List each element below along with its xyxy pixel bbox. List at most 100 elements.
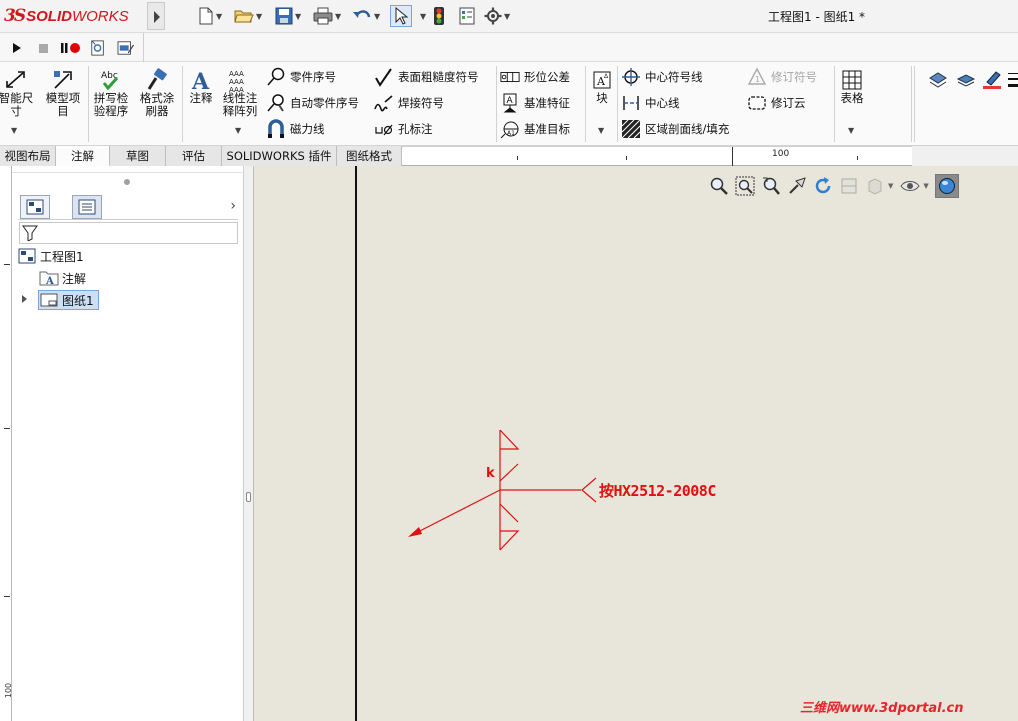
block-icon: AΔ xyxy=(590,68,614,92)
chevron-down-icon[interactable]: ▼ xyxy=(598,126,604,135)
line-color-icon[interactable] xyxy=(982,70,1002,90)
options-button[interactable]: ▼ xyxy=(484,5,510,27)
drawing-sheet[interactable]: ▼ ▼ k 按HX2512-2008C 三维网www.3dportal.cn xyxy=(254,166,1018,721)
title-bar: 3S SOLIDWORKS ▼ ▼ ▼ ▼ ▼ ▼ ▼ 工程图1 - 图纸1 * xyxy=(0,0,1018,32)
stop-macro-icon[interactable] xyxy=(38,40,50,56)
chevron-down-icon[interactable]: ▼ xyxy=(11,126,17,135)
tab-annotation[interactable]: 注解 xyxy=(56,146,110,166)
svg-text:1: 1 xyxy=(755,75,760,84)
chevron-down-icon[interactable]: ▼ xyxy=(295,12,301,21)
chevron-right-icon[interactable]: › xyxy=(230,198,236,214)
play-macro-icon[interactable] xyxy=(11,40,23,56)
format-painter-button[interactable]: 格式涂 刷器 xyxy=(134,68,180,118)
revision-symbol-button[interactable]: 1 修订符号 xyxy=(747,66,817,88)
rebuild-button[interactable] xyxy=(432,5,446,27)
edit-macro-icon[interactable] xyxy=(116,40,136,56)
balloon-button[interactable]: 零件序号 xyxy=(266,66,336,88)
svg-text:A1: A1 xyxy=(507,130,515,137)
auto-balloon-button[interactable]: 自动零件序号 xyxy=(266,92,359,114)
weld-flag-bottom xyxy=(499,530,520,551)
block-button[interactable]: AΔ 块 ▼ xyxy=(589,68,615,135)
datum-target-icon: A1 xyxy=(500,119,520,139)
expand-arrow-icon[interactable] xyxy=(22,295,27,303)
centerline-button[interactable]: 中心线 xyxy=(621,92,680,114)
layer-stack-icon[interactable] xyxy=(956,70,976,90)
select-dropdown[interactable]: ▼ xyxy=(418,5,426,27)
linear-note-pattern-button[interactable]: AAA AAA AAA 线性注 释阵列 ▼ xyxy=(218,68,262,135)
chevron-down-icon[interactable]: ▼ xyxy=(335,12,341,21)
svg-text:A: A xyxy=(507,96,514,106)
file-properties-button[interactable] xyxy=(458,5,476,27)
center-mark-button[interactable]: 中心符号线 xyxy=(621,66,703,88)
chevron-down-icon[interactable]: ▼ xyxy=(216,12,222,21)
traffic-light-icon xyxy=(434,7,444,25)
select-button[interactable] xyxy=(390,5,412,27)
revision-cloud-button[interactable]: 修订云 xyxy=(747,92,806,114)
panel-splitter[interactable] xyxy=(244,166,254,721)
print-button[interactable]: ▼ xyxy=(313,5,341,27)
layer-properties-icon[interactable] xyxy=(928,70,948,90)
magnetic-line-button[interactable]: 磁力线 xyxy=(266,118,325,140)
menu-expand-button[interactable] xyxy=(147,2,165,30)
panel-tabs: › xyxy=(18,194,238,220)
feature-manager-panel: › 工程图1 A 注解 图纸1 xyxy=(12,166,244,721)
datum-feature-button[interactable]: A 基准特征 xyxy=(500,92,570,114)
save-button[interactable]: ▼ xyxy=(275,5,301,27)
smart-dimension-icon xyxy=(4,68,28,92)
open-document-button[interactable]: ▼ xyxy=(234,5,262,27)
weld-symbol-annotation[interactable] xyxy=(254,166,1018,721)
cursor-arrow-icon xyxy=(395,7,409,25)
new-document-button[interactable]: ▼ xyxy=(198,5,222,27)
model-items-button[interactable]: 模型项 目 xyxy=(40,68,86,118)
chevron-down-icon[interactable]: ▼ xyxy=(374,12,380,21)
splitter-handle[interactable] xyxy=(246,492,251,502)
surface-finish-button[interactable]: 表面粗糙度符号 xyxy=(374,66,479,88)
line-thickness-icon[interactable] xyxy=(1008,70,1018,90)
horizontal-ruler: 100 xyxy=(402,146,912,166)
panel-grip-handle[interactable] xyxy=(124,179,130,185)
svg-text:AAA: AAA xyxy=(229,70,244,78)
tab-sheet-format[interactable]: 图纸格式 xyxy=(337,146,402,166)
chevron-down-icon[interactable]: ▼ xyxy=(420,12,426,21)
area-hatch-button[interactable]: 区域剖面线/填充 xyxy=(621,118,729,140)
datum-target-button[interactable]: A1 基准目标 xyxy=(500,118,570,140)
geometric-tolerance-button[interactable]: 形位公差 xyxy=(500,66,570,88)
note-button[interactable]: A 注释 xyxy=(184,68,218,105)
document-title: 工程图1 - 图纸1 * xyxy=(768,10,866,24)
weld-size-label[interactable]: k xyxy=(486,466,495,481)
new-macro-icon[interactable] xyxy=(89,40,107,56)
solidworks-logo[interactable]: 3S SOLIDWORKS xyxy=(4,3,144,29)
tree-item-annotations[interactable]: A 注解 xyxy=(39,268,86,288)
table-button[interactable]: 表格 ▼ xyxy=(836,68,868,135)
record-macro-icon[interactable] xyxy=(60,40,82,56)
tree-root-drawing[interactable]: 工程图1 xyxy=(17,246,84,266)
chevron-down-icon[interactable]: ▼ xyxy=(256,12,262,21)
auto-balloon-icon xyxy=(266,93,286,113)
smart-dimension-button[interactable]: 智能尺 寸 ▼ xyxy=(0,68,38,135)
tab-view-layout[interactable]: 视图布局 xyxy=(0,146,56,166)
balloon-icon xyxy=(266,67,286,87)
chevron-down-icon[interactable]: ▼ xyxy=(504,12,510,21)
hole-callout-button[interactable]: 孔标注 xyxy=(374,118,433,140)
chevron-down-icon[interactable]: ▼ xyxy=(235,126,241,135)
chevron-down-icon[interactable]: ▼ xyxy=(848,126,854,135)
tab-solidworks-addins[interactable]: SOLIDWORKS 插件 xyxy=(222,146,337,166)
feature-manager-tab[interactable] xyxy=(20,195,50,219)
tab-sketch[interactable]: 草图 xyxy=(110,146,166,166)
table-icon xyxy=(840,68,864,92)
group-separator xyxy=(496,66,497,142)
tab-evaluate[interactable]: 评估 xyxy=(166,146,222,166)
weld-symbol-button[interactable]: 焊接符号 xyxy=(374,92,444,114)
tree-item-sheet[interactable]: 图纸1 xyxy=(38,290,99,310)
group-separator xyxy=(914,66,915,142)
undo-button[interactable]: ▼ xyxy=(352,5,380,27)
brand-name: SOLIDWORKS xyxy=(26,7,129,25)
macro-toolbar xyxy=(0,32,1018,63)
spell-check-button[interactable]: Abc 拼写检 验程序 xyxy=(88,68,134,118)
linear-note-pattern-label: 线性注 释阵列 xyxy=(222,91,258,118)
property-manager-tab[interactable] xyxy=(72,195,102,219)
tree-filter-input[interactable] xyxy=(19,222,238,244)
tree-item-label: 注解 xyxy=(62,271,87,286)
weld-note-text[interactable]: 按HX2512-2008C xyxy=(599,480,716,501)
annotation-folder-icon: A xyxy=(39,269,59,287)
